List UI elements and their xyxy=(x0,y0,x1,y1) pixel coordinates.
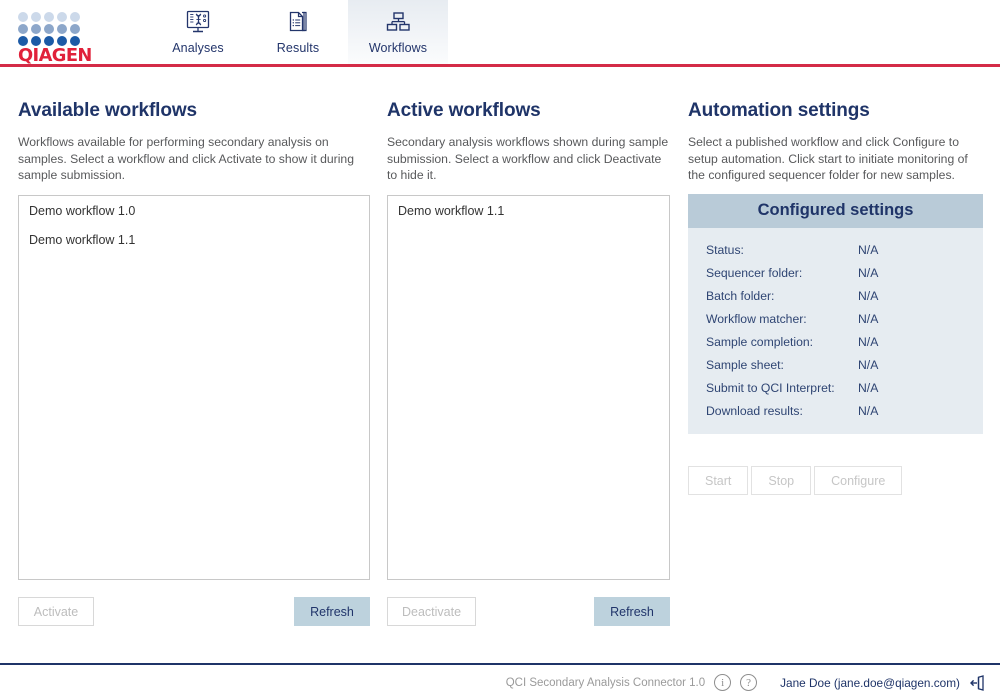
setting-value: N/A xyxy=(858,403,879,418)
automation-settings-panel: Automation settings Select a published w… xyxy=(688,66,983,495)
list-item[interactable]: Demo workflow 1.1 xyxy=(388,196,669,225)
configured-settings-panel: Configured settings Status: N/A Sequence… xyxy=(688,194,983,434)
list-item[interactable]: Demo workflow 1.0 xyxy=(19,196,369,225)
logo-dot-row xyxy=(18,36,82,46)
setting-label: Workflow matcher: xyxy=(706,311,807,326)
setting-value: N/A xyxy=(858,380,879,395)
logo-wordmark: QIAGEN xyxy=(18,46,92,66)
setting-label: Status: xyxy=(706,242,744,257)
setting-value: N/A xyxy=(858,288,879,303)
setting-row-sample-sheet: Sample sheet: N/A xyxy=(688,353,983,376)
setting-label: Sample sheet: xyxy=(706,357,784,372)
setting-label: Download results: xyxy=(706,403,803,418)
setting-label: Batch folder: xyxy=(706,288,775,303)
setting-label: Sample completion: xyxy=(706,334,814,349)
setting-row-status: Status: N/A xyxy=(688,238,983,261)
app-footer: QCI Secondary Analysis Connector 1.0 i ?… xyxy=(0,665,1000,700)
logo-dot-row xyxy=(18,12,82,22)
qiagen-logo: QIAGEN xyxy=(14,9,92,66)
main-content: Available workflows Workflows available … xyxy=(0,66,1000,664)
main-navigation: Analyses Results Workflows xyxy=(148,0,448,66)
available-workflows-description: Workflows available for performing secon… xyxy=(18,135,354,182)
hierarchy-icon xyxy=(383,8,413,36)
help-icon[interactable]: ? xyxy=(740,674,758,691)
setting-row-sample-completion: Sample completion: N/A xyxy=(688,330,983,353)
stop-button[interactable]: Stop xyxy=(751,466,812,495)
active-workflows-list[interactable]: Demo workflow 1.1 xyxy=(387,195,670,580)
activate-button[interactable]: Activate xyxy=(18,597,94,626)
available-workflows-list[interactable]: Demo workflow 1.0 Demo workflow 1.1 xyxy=(18,195,370,580)
refresh-active-button[interactable]: Refresh xyxy=(594,597,670,626)
available-workflows-actions: Activate Refresh xyxy=(18,597,370,626)
logout-icon[interactable] xyxy=(969,674,986,691)
app-header: QIAGEN Analyses Results Workflows xyxy=(0,0,1000,67)
setting-value: N/A xyxy=(858,334,879,349)
available-workflows-panel: Available workflows Workflows available … xyxy=(18,66,370,626)
setting-row-download-results: Download results: N/A xyxy=(688,399,983,422)
list-item[interactable]: Demo workflow 1.1 xyxy=(19,225,369,254)
documents-icon xyxy=(285,8,311,36)
nav-tab-label: Workflows xyxy=(368,41,428,55)
configured-settings-body: Status: N/A Sequencer folder: N/A Batch … xyxy=(688,228,983,434)
deactivate-button[interactable]: Deactivate xyxy=(387,597,477,626)
app-version-label: QCI Secondary Analysis Connector 1.0 xyxy=(505,676,706,689)
setting-row-submit-qci-interpret: Submit to QCI Interpret: N/A xyxy=(688,376,983,399)
automation-actions: Start Stop Configure xyxy=(688,466,903,495)
setting-label: Sequencer folder: xyxy=(706,265,803,280)
nav-tab-results[interactable]: Results xyxy=(248,0,348,64)
logo-dot-grid xyxy=(18,9,82,46)
start-button[interactable]: Start xyxy=(688,466,749,495)
nav-tab-label: Results xyxy=(276,41,320,55)
setting-value: N/A xyxy=(858,242,879,257)
active-workflows-panel: Active workflows Secondary analysis work… xyxy=(387,66,670,626)
automation-settings-description: Select a published workflow and click Co… xyxy=(688,135,968,182)
setting-label: Submit to QCI Interpret: xyxy=(706,380,835,395)
logo-dot-row xyxy=(18,24,82,34)
setting-value: N/A xyxy=(858,357,879,372)
nav-tab-analyses[interactable]: Analyses xyxy=(148,0,248,64)
setting-row-batch-folder: Batch folder: N/A xyxy=(688,284,983,307)
dna-monitor-icon xyxy=(185,8,211,36)
configured-settings-header: Configured settings xyxy=(688,194,983,228)
refresh-available-button[interactable]: Refresh xyxy=(294,597,370,626)
setting-value: N/A xyxy=(858,265,879,280)
setting-value: N/A xyxy=(858,311,879,326)
setting-row-sequencer-folder: Sequencer folder: N/A xyxy=(688,261,983,284)
automation-settings-title: Automation settings xyxy=(688,100,870,121)
active-workflows-title: Active workflows xyxy=(387,100,541,121)
configure-button[interactable]: Configure xyxy=(814,466,903,495)
nav-tab-workflows[interactable]: Workflows xyxy=(348,0,448,64)
active-workflows-actions: Deactivate Refresh xyxy=(387,597,670,626)
user-account-label: Jane Doe (jane.doe@qiagen.com) xyxy=(780,675,960,690)
nav-tab-label: Analyses xyxy=(172,41,224,55)
available-workflows-title: Available workflows xyxy=(18,100,198,121)
info-icon[interactable]: i xyxy=(714,674,732,691)
active-workflows-description: Secondary analysis workflows shown durin… xyxy=(387,135,669,182)
setting-row-workflow-matcher: Workflow matcher: N/A xyxy=(688,307,983,330)
